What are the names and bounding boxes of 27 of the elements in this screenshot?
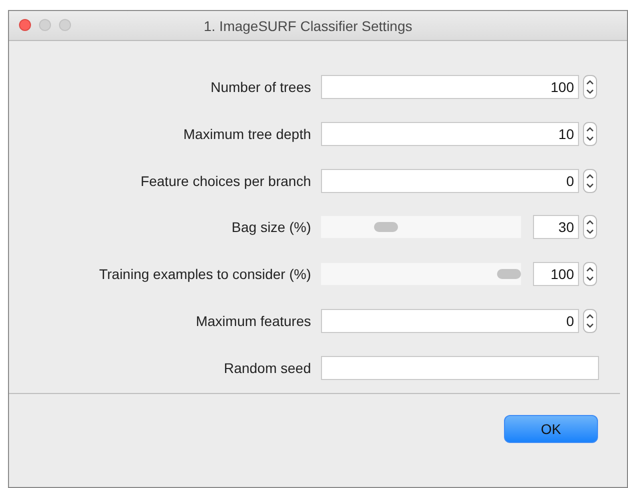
setting-label: Random seed [224,360,311,376]
text-field[interactable] [321,356,599,380]
spinner-icon[interactable] [583,168,597,193]
slider-track[interactable] [321,216,521,238]
close-icon[interactable] [19,19,31,31]
window-title: 1. ImageSURF Classifier Settings [204,18,412,34]
number-field[interactable]: 0 [321,308,579,333]
spinner-icon[interactable] [583,308,597,333]
spinner-icon[interactable] [583,75,597,99]
number-field[interactable]: 100 [533,262,579,286]
spinner-icon[interactable] [583,215,597,240]
setting-label: Feature choices per branch [140,172,311,189]
setting-label: Number of trees [210,79,311,95]
setting-label: Training examples to consider (%) [99,266,311,282]
spinner-icon[interactable] [583,122,597,146]
setting-label: Bag size (%) [232,219,311,236]
number-field[interactable]: 30 [533,215,579,240]
number-field[interactable]: 100 [321,75,579,99]
slider-thumb[interactable] [497,269,521,280]
number-field[interactable]: 0 [321,168,579,193]
slider-thumb[interactable] [374,222,398,232]
setting-label: Maximum tree depth [183,126,311,142]
ok-button[interactable]: OK [504,415,598,443]
slider-track[interactable] [321,263,521,286]
number-field[interactable]: 10 [321,122,579,146]
setting-label: Maximum features [196,312,311,329]
spinner-icon[interactable] [583,262,597,286]
